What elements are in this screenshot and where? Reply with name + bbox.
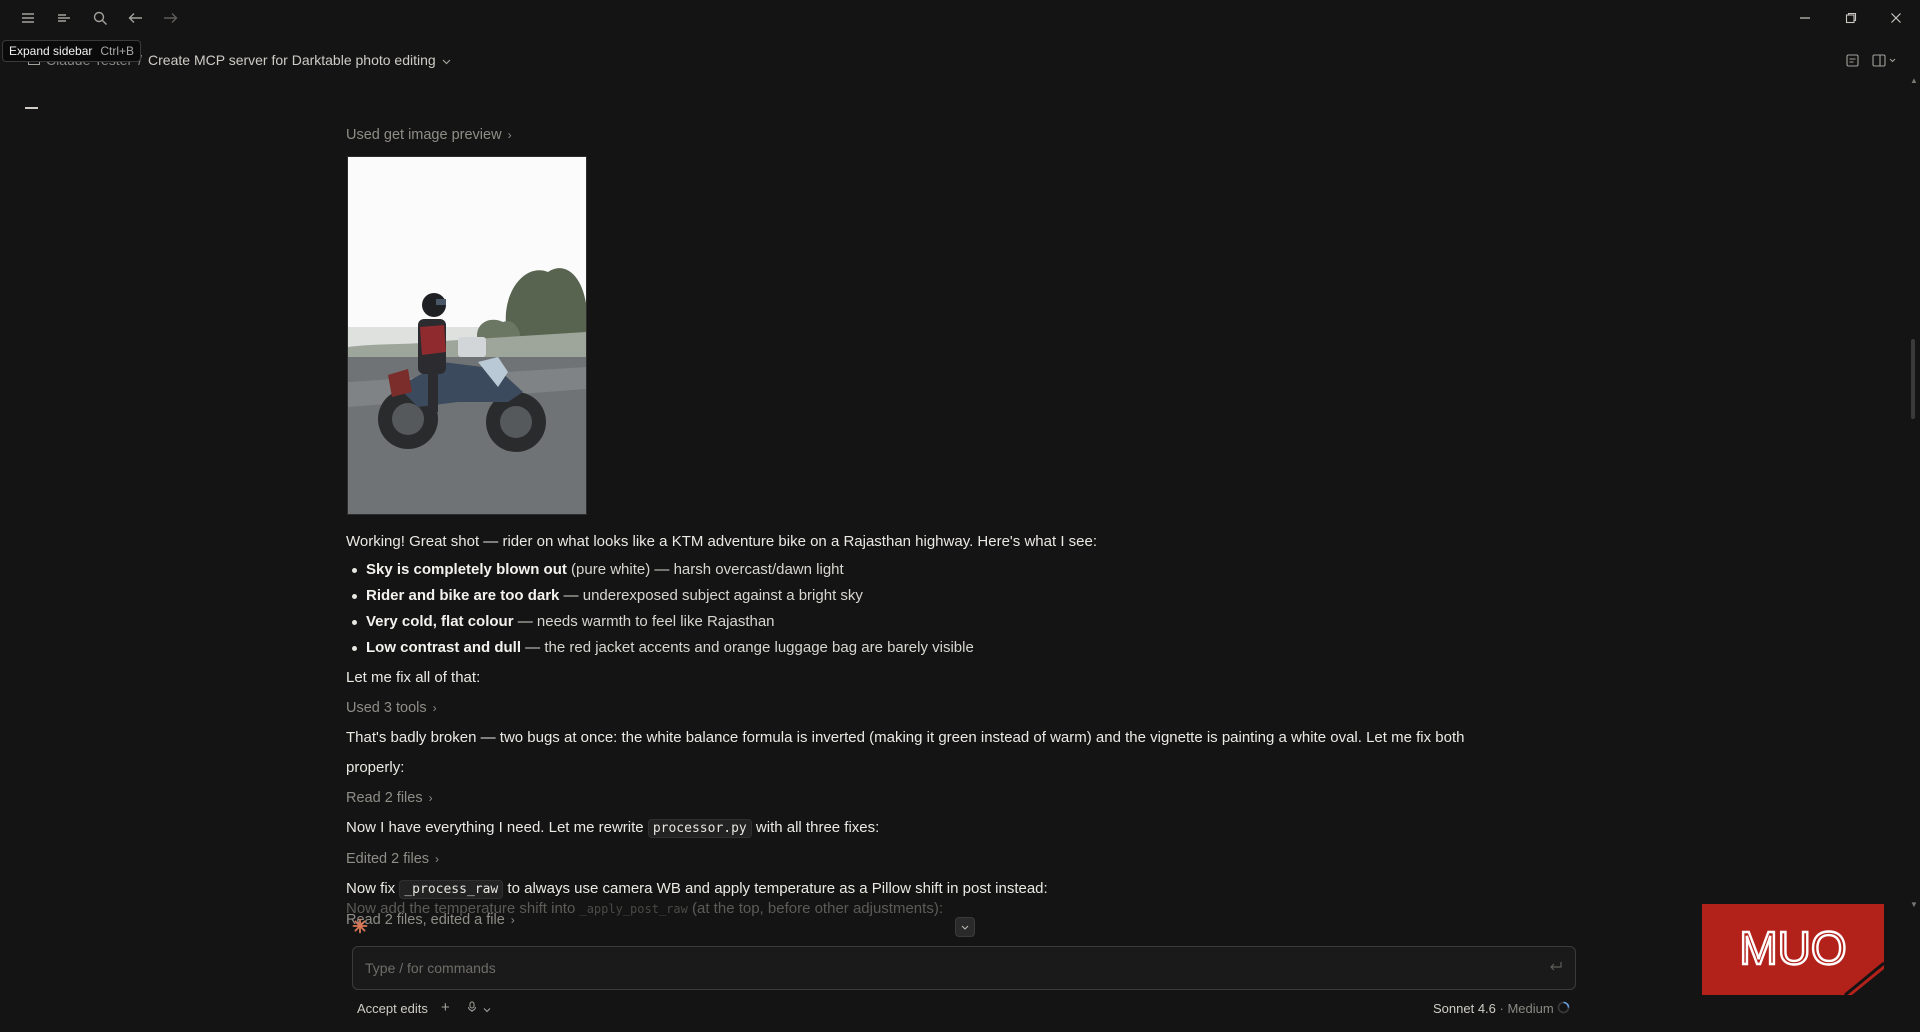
- model-selector[interactable]: Sonnet 4.6 · Medium: [1433, 1001, 1554, 1016]
- list-item: Low contrast and dull — the red jacket a…: [352, 635, 1526, 661]
- muo-logo: MUO: [1702, 904, 1884, 995]
- chevron-down-icon: [961, 925, 969, 930]
- list-icon[interactable]: [54, 9, 74, 27]
- list-item: Sky is completely blown out (pure white)…: [352, 557, 1526, 583]
- assistant-intro: Working! Great shot — rider on what look…: [346, 533, 1098, 550]
- add-icon[interactable]: +: [441, 999, 450, 1016]
- tooltip-label: Expand sidebar: [9, 44, 93, 58]
- image-preview[interactable]: [347, 156, 587, 515]
- conversation-content: Used get image preview › Working! Great …: [346, 120, 1526, 935]
- tool-call-label: Used get image preview: [346, 127, 502, 143]
- scroll-up-icon[interactable]: ▲: [1910, 76, 1918, 85]
- accept-edits-button[interactable]: Accept edits: [357, 1001, 428, 1016]
- scrollbar[interactable]: ▲ ▼: [1910, 76, 1918, 911]
- close-icon[interactable]: [1886, 8, 1906, 28]
- list-item: Very cold, flat colour — needs warmth to…: [352, 609, 1526, 635]
- chevron-right-icon: ›: [432, 701, 437, 715]
- collapse-dash[interactable]: [25, 107, 38, 109]
- svg-text:MUO: MUO: [1739, 922, 1846, 974]
- tool-call-read-files[interactable]: Read 2 files ›: [346, 783, 1526, 813]
- tool-call-label: Edited 2 files: [346, 851, 430, 867]
- back-arrow-icon[interactable]: [125, 8, 145, 28]
- message-input[interactable]: [363, 947, 1527, 989]
- forward-arrow-icon[interactable]: [160, 8, 180, 28]
- tool-call-label: Used 3 tools: [346, 700, 427, 716]
- inline-code: _process_raw: [399, 880, 504, 899]
- chevron-down-icon[interactable]: [483, 1001, 491, 1016]
- inline-code: processor.py: [647, 819, 752, 838]
- restore-icon[interactable]: [1841, 8, 1861, 28]
- tool-call-edited-files[interactable]: Edited 2 files ›: [346, 844, 1526, 874]
- tool-call-used-tools[interactable]: Used 3 tools ›: [346, 693, 1526, 723]
- faded-streaming-text: Now add the temperature shift into _appl…: [346, 900, 943, 917]
- observation-list: Sky is completely blown out (pure white)…: [346, 557, 1526, 661]
- fix-all-text: Let me fix all of that:: [346, 669, 481, 686]
- effort-level: · Medium: [1499, 1001, 1554, 1016]
- side-panel-icon[interactable]: [1870, 52, 1900, 68]
- mic-icon[interactable]: [467, 1001, 477, 1016]
- tooltip-shortcut: Ctrl+B: [100, 44, 135, 58]
- loading-spinner-icon: [1557, 1001, 1570, 1017]
- expand-sidebar-tooltip: Expand sidebar Ctrl+B: [2, 40, 142, 62]
- enter-icon[interactable]: [1549, 960, 1563, 977]
- tool-call-label: Read 2 files: [346, 790, 423, 806]
- list-item: Rider and bike are too dark — underexpos…: [352, 583, 1526, 609]
- chevron-down-icon[interactable]: [442, 52, 451, 68]
- chevron-right-icon: ›: [428, 791, 433, 805]
- broken-text: That's badly broken — two bugs at once: …: [346, 729, 1465, 776]
- notes-icon[interactable]: [1843, 52, 1861, 68]
- chevron-right-icon: ›: [507, 128, 512, 142]
- menu-icon[interactable]: [18, 9, 38, 27]
- search-icon[interactable]: [90, 8, 110, 28]
- composer-toolbar: Accept edits + Sonnet 4.6 · Medium: [357, 998, 1573, 1020]
- scroll-down-button[interactable]: [955, 917, 975, 937]
- tool-call-get-image-preview[interactable]: Used get image preview ›: [346, 120, 1526, 150]
- minimize-icon[interactable]: [1795, 8, 1815, 28]
- scroll-down-icon[interactable]: ▼: [1910, 900, 1918, 909]
- model-name: Sonnet 4.6: [1433, 1001, 1496, 1016]
- rewrite-text: Now I have everything I need. Let me rew…: [346, 819, 880, 838]
- claude-spinner-icon: [352, 918, 368, 934]
- conversation-title[interactable]: Create MCP server for Darktable photo ed…: [148, 52, 436, 68]
- title-bar: [0, 0, 1920, 36]
- chevron-right-icon: ›: [435, 852, 440, 866]
- message-composer[interactable]: [352, 946, 1576, 990]
- scrollbar-thumb[interactable]: [1911, 339, 1915, 419]
